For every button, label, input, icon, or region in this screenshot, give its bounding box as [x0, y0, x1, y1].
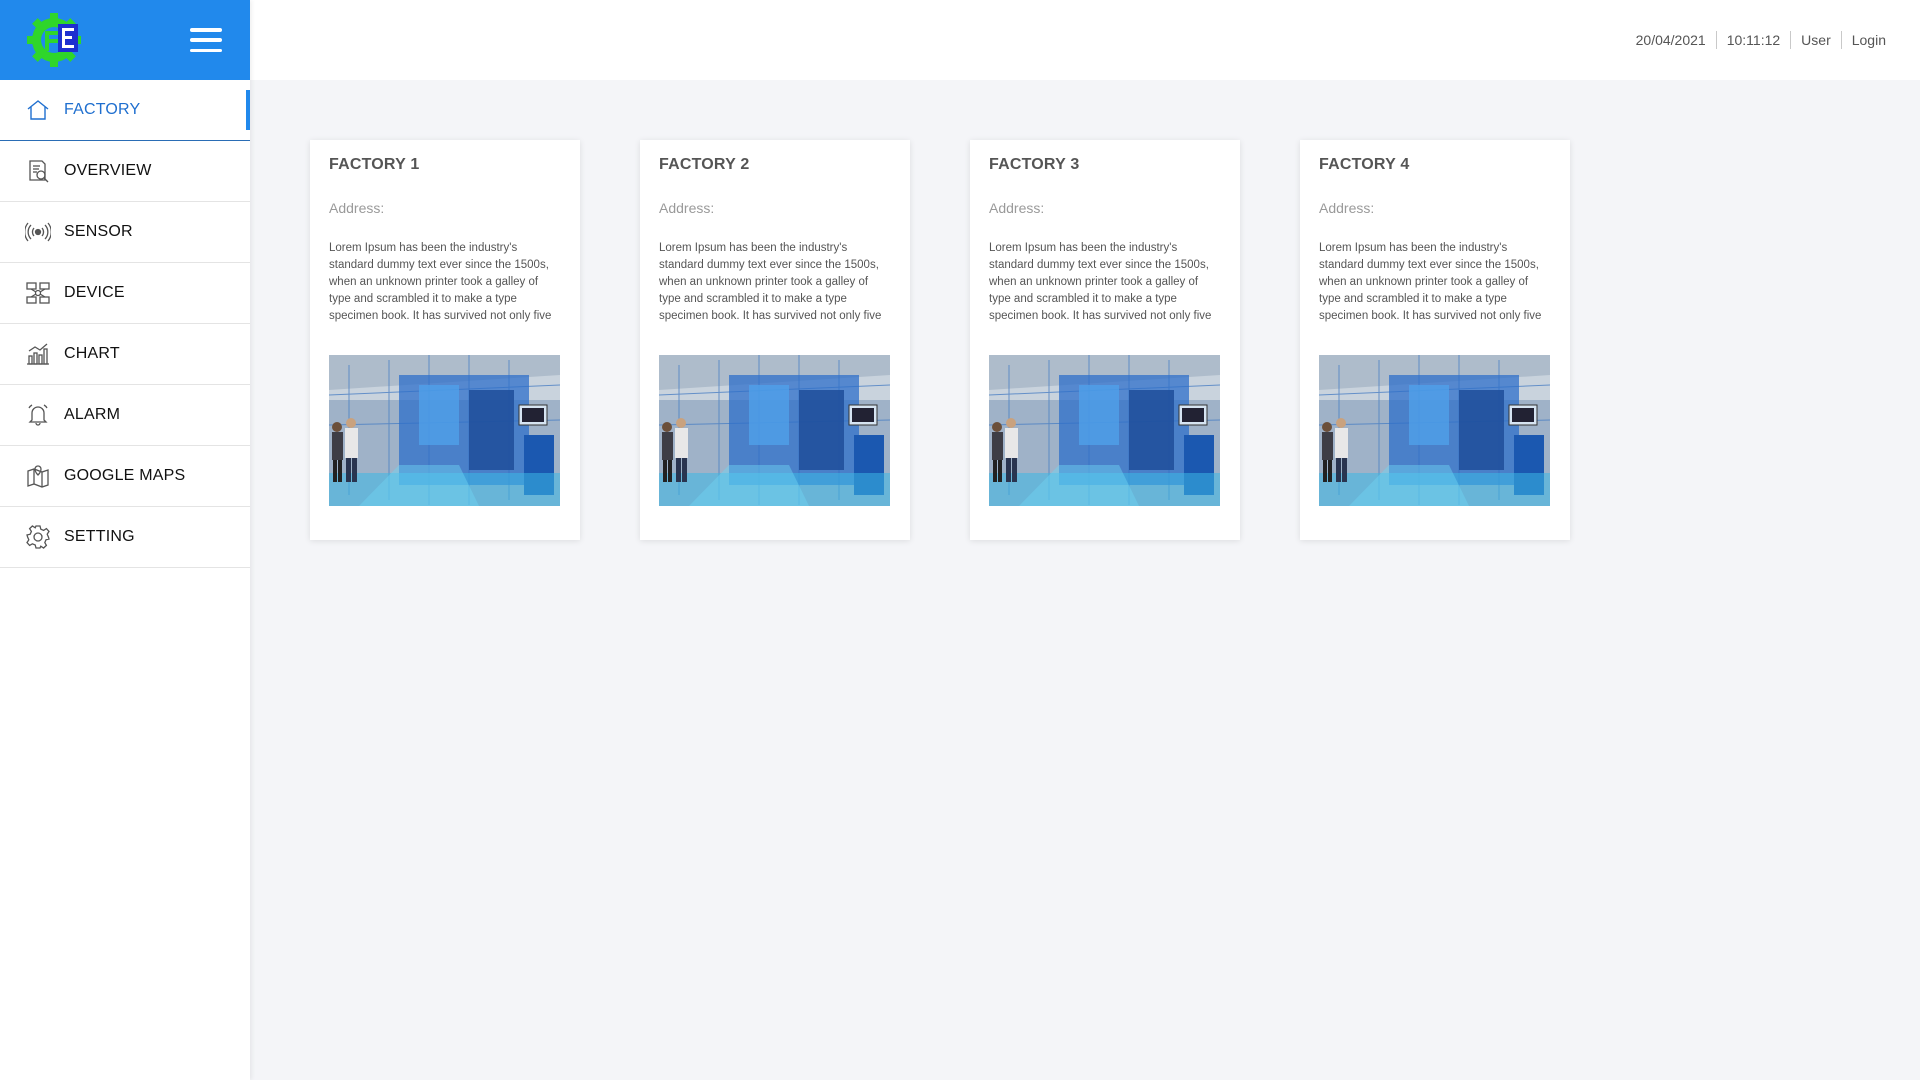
login-link[interactable]: Login	[1840, 31, 1896, 49]
sidebar-item-label: FACTORY	[64, 101, 141, 118]
factory-card-address: Address:	[989, 200, 1045, 216]
sidebar-item-label: DEVICE	[64, 284, 125, 301]
sidebar-item-label: SENSOR	[64, 223, 133, 240]
factory-card[interactable]: FACTORY 3 Address: Lorem Ipsum has been …	[970, 140, 1240, 540]
sidebar-item-label: ALARM	[64, 406, 121, 423]
factory-card[interactable]: FACTORY 4 Address: Lorem Ipsum has been …	[1300, 140, 1570, 540]
factory-card[interactable]: FACTORY 1 Address: Lorem Ipsum has been …	[310, 140, 580, 540]
factory-card-title: FACTORY 2	[659, 156, 750, 173]
factory-card-title: FACTORY 4	[1319, 156, 1410, 173]
hamburger-menu-icon[interactable]	[190, 28, 222, 52]
home-icon	[24, 96, 52, 124]
sidebar-item-label: CHART	[64, 345, 120, 362]
sidebar-nav: FACTORY OVERVIEW SENSOR DEVICE CHART ALA…	[0, 80, 250, 568]
factory-card-address: Address:	[329, 200, 385, 216]
sidebar-item-label: SETTING	[64, 528, 135, 545]
top-bar: 20/04/2021 10:11:12 User Login	[250, 0, 1920, 80]
gear-icon	[24, 523, 52, 551]
current-time: 10:11:12	[1715, 31, 1790, 49]
gear-logo-icon[interactable]	[24, 12, 88, 68]
factory-card-list: FACTORY 1 Address: Lorem Ipsum has been …	[310, 140, 1570, 540]
brand-bar	[0, 0, 250, 80]
factory-card-address: Address:	[659, 200, 715, 216]
factory-card-description: Lorem Ipsum has been the industry's stan…	[1319, 242, 1542, 322]
sidebar-item-overview[interactable]: OVERVIEW	[0, 141, 250, 202]
user-link[interactable]: User	[1790, 31, 1841, 49]
sidebar-item-alarm[interactable]: ALARM	[0, 385, 250, 446]
sidebar-item-factory[interactable]: FACTORY	[0, 80, 250, 141]
device-network-icon	[24, 279, 52, 307]
sidebar-item-chart[interactable]: CHART	[0, 324, 250, 385]
chart-icon	[24, 340, 52, 368]
main-content: FACTORY 1 Address: Lorem Ipsum has been …	[250, 80, 1920, 1080]
factory-card[interactable]: FACTORY 2 Address: Lorem Ipsum has been …	[640, 140, 910, 540]
factory-card-description: Lorem Ipsum has been the industry's stan…	[329, 242, 552, 322]
factory-image	[659, 355, 890, 506]
sidebar: FACTORY OVERVIEW SENSOR DEVICE CHART ALA…	[0, 0, 250, 1080]
factory-card-title: FACTORY 3	[989, 156, 1080, 173]
broadcast-icon	[24, 218, 52, 246]
factory-card-description: Lorem Ipsum has been the industry's stan…	[659, 242, 882, 322]
map-icon	[24, 462, 52, 490]
sidebar-item-sensor[interactable]: SENSOR	[0, 202, 250, 263]
factory-image	[989, 355, 1220, 506]
sidebar-item-label: OVERVIEW	[64, 162, 152, 179]
factory-card-description: Lorem Ipsum has been the industry's stan…	[989, 242, 1212, 322]
factory-card-address: Address:	[1319, 200, 1375, 216]
current-date: 20/04/2021	[1635, 32, 1706, 48]
factory-image	[1319, 355, 1550, 506]
factory-image	[329, 355, 560, 506]
bell-icon	[24, 401, 52, 429]
factory-card-title: FACTORY 1	[329, 156, 420, 173]
report-search-icon	[24, 157, 52, 185]
sidebar-item-setting[interactable]: SETTING	[0, 507, 250, 568]
sidebar-item-device[interactable]: DEVICE	[0, 263, 250, 324]
sidebar-item-label: GOOGLE MAPS	[64, 467, 186, 484]
sidebar-item-google-maps[interactable]: GOOGLE MAPS	[0, 446, 250, 507]
